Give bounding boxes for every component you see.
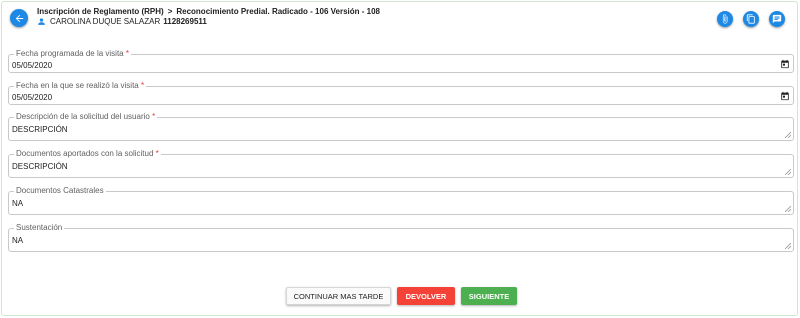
next-button[interactable]: SIGUIENTE <box>461 287 517 305</box>
breadcrumb-parent[interactable]: Inscripción de Reglamento (RPH) <box>37 7 164 16</box>
resize-handle-icon[interactable] <box>785 206 791 212</box>
resize-handle-icon[interactable] <box>785 132 791 138</box>
calendar-icon[interactable] <box>780 59 790 69</box>
submitted-documents-label: Documentos aportados con la solicitud * <box>14 149 161 159</box>
submitted-documents-value: DESCRIPCIÓN <box>12 162 68 171</box>
copy-document-icon <box>746 14 755 24</box>
user-name: CAROLINA DUQUE SALAZAR <box>50 17 161 26</box>
person-icon <box>37 17 46 26</box>
attachment-button[interactable] <box>717 11 733 27</box>
scheduled-date-label: Fecha programada de la visita * <box>14 49 131 59</box>
resize-handle-icon[interactable] <box>785 243 791 249</box>
header: Inscripción de Reglamento (RPH) > Reconoci… <box>2 2 797 32</box>
cadastral-documents-label: Documentos Catastrales <box>14 186 106 196</box>
breadcrumb: Inscripción de Reglamento (RPH) > Reconoci… <box>37 7 380 16</box>
cadastral-documents-field[interactable]: Documentos Catastrales NA <box>8 186 794 215</box>
visit-date-field[interactable]: Fecha en la que se realizó la visita * 0… <box>8 81 794 105</box>
request-description-field[interactable]: Descripción de la solicitud del usuario … <box>8 112 794 141</box>
form-card: Inscripción de Reglamento (RPH) > Reconoci… <box>1 1 798 316</box>
cadastral-documents-value: NA <box>12 199 24 208</box>
chevron-right-icon: > <box>167 7 173 16</box>
visit-date-label: Fecha en la que se realizó la visita * <box>14 81 147 91</box>
visit-date-value: 05/05/2020 <box>12 93 53 102</box>
resize-handle-icon[interactable] <box>785 169 791 175</box>
user-info: CAROLINA DUQUE SALAZAR 1128269511 <box>37 17 207 26</box>
chat-icon <box>772 14 782 24</box>
back-button[interactable] <box>10 9 28 27</box>
comments-button[interactable] <box>769 11 785 27</box>
justification-label: Sustentación <box>14 223 65 233</box>
justification-value: NA <box>12 236 24 245</box>
user-id: 1128269511 <box>163 17 207 26</box>
breadcrumb-current: Reconocimiento Predial. Radicado - 106 V… <box>176 7 380 16</box>
arrow-left-icon <box>15 14 23 22</box>
submitted-documents-field[interactable]: Documentos aportados con la solicitud * … <box>8 149 794 178</box>
paperclip-icon <box>722 14 728 24</box>
request-description-label: Descripción de la solicitud del usuario … <box>14 112 158 122</box>
scheduled-date-value: 05/05/2020 <box>12 61 53 70</box>
continue-later-button[interactable]: CONTINUAR MAS TARDE <box>286 287 391 305</box>
return-button[interactable]: DEVOLVER <box>397 287 455 305</box>
request-description-value: DESCRIPCIÓN <box>12 125 68 134</box>
justification-field[interactable]: Sustentación NA <box>8 223 794 252</box>
scheduled-date-field[interactable]: Fecha programada de la visita * 05/05/20… <box>8 49 794 73</box>
documents-button[interactable] <box>743 11 759 27</box>
calendar-icon[interactable] <box>780 91 790 101</box>
